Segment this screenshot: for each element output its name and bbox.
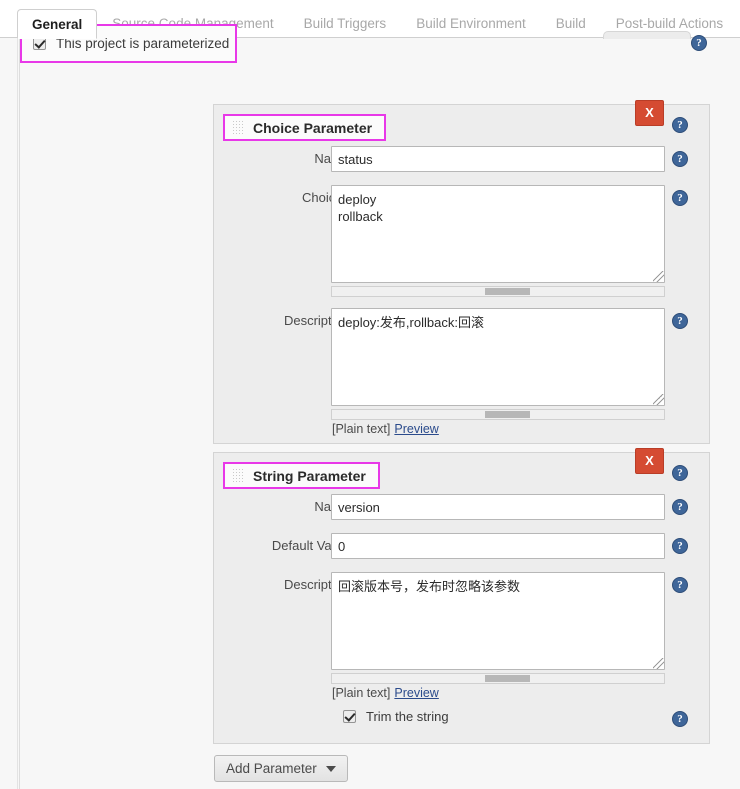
help-icon-string-parameter[interactable]: ? xyxy=(672,465,688,481)
help-icon-trim-the-string[interactable]: ? xyxy=(672,711,688,727)
choice-parameter-title: Choice Parameter xyxy=(253,119,373,136)
delete-string-parameter-button[interactable]: X xyxy=(635,448,664,474)
parameter-panel-string: String Parameter X ? Name ? Default Valu… xyxy=(213,448,711,744)
chevron-down-icon xyxy=(325,765,336,772)
string-parameter-header: String Parameter xyxy=(223,462,380,489)
choices-resize-grip[interactable] xyxy=(653,271,664,282)
tab-general[interactable]: General xyxy=(17,9,98,39)
help-icon-choice-name[interactable]: ? xyxy=(672,151,688,167)
left-divider xyxy=(19,38,20,789)
drag-handle-icon[interactable] xyxy=(232,468,244,483)
parameter-panel-choice: Choice Parameter X ? Name ? Choices depl… xyxy=(213,100,711,444)
choice-description-scrollbar[interactable] xyxy=(331,409,665,420)
string-plain-text-note: [Plain text] xyxy=(332,686,391,700)
help-icon-choice-choices[interactable]: ? xyxy=(672,190,688,206)
help-icon-choice-description[interactable]: ? xyxy=(672,313,688,329)
drag-handle-icon[interactable] xyxy=(232,120,244,135)
string-name-input[interactable] xyxy=(331,494,665,520)
left-margin-rail xyxy=(0,38,18,789)
string-description-resize-grip[interactable] xyxy=(653,658,664,669)
choice-preview-link[interactable]: Preview xyxy=(394,422,438,436)
string-markup-row: [Plain text] Preview xyxy=(332,686,439,700)
trim-the-string-row: Trim the string xyxy=(343,709,449,724)
string-name-row: Name ? xyxy=(214,494,711,520)
string-preview-link[interactable]: Preview xyxy=(394,686,438,700)
choice-markup-row: [Plain text] Preview xyxy=(332,422,439,436)
choices-horizontal-scrollbar[interactable] xyxy=(331,286,665,297)
help-icon-string-default-value[interactable]: ? xyxy=(672,538,688,554)
help-icon-string-description[interactable]: ? xyxy=(672,577,688,593)
choice-description-row: Description deploy:发布,rollback:回滚 [Plain… xyxy=(214,308,711,438)
trim-the-string-checkbox[interactable] xyxy=(343,710,356,723)
add-parameter-label: Add Parameter xyxy=(226,761,317,776)
add-parameter-button[interactable]: Add Parameter xyxy=(214,755,348,782)
choice-description-resize-grip[interactable] xyxy=(653,394,664,405)
choice-name-input[interactable] xyxy=(331,146,665,172)
choice-name-row: Name ? xyxy=(214,146,711,172)
help-icon-choice-parameter[interactable]: ? xyxy=(672,117,688,133)
help-icon-parameterized[interactable]: ? xyxy=(691,35,707,51)
choices-scrollbar-thumb[interactable] xyxy=(485,288,530,295)
trim-the-string-label: Trim the string xyxy=(366,709,449,724)
choice-plain-text-note: [Plain text] xyxy=(332,422,391,436)
string-description-scrollbar[interactable] xyxy=(331,673,665,684)
string-default-value-row: Default Value ? xyxy=(214,533,711,559)
jenkins-job-config-screen: General Source Code Management Build Tri… xyxy=(0,0,740,789)
string-description-scrollbar-thumb[interactable] xyxy=(485,675,530,682)
string-description-textarea[interactable]: 回滚版本号，发布时忽略该参数 xyxy=(331,572,665,670)
string-default-value-input[interactable] xyxy=(331,533,665,559)
string-description-row: Description 回滚版本号，发布时忽略该参数 [Plain text] P… xyxy=(214,572,711,702)
choice-description-textarea[interactable]: deploy:发布,rollback:回滚 xyxy=(331,308,665,406)
delete-choice-parameter-button[interactable]: X xyxy=(635,100,664,126)
choice-description-scrollbar-thumb[interactable] xyxy=(485,411,530,418)
string-parameter-title: String Parameter xyxy=(253,467,366,484)
choice-choices-row: Choices deploy rollback ? xyxy=(214,185,711,297)
clipped-panel-top-edge xyxy=(603,31,691,39)
help-icon-string-name[interactable]: ? xyxy=(672,499,688,515)
choice-choices-textarea[interactable]: deploy rollback xyxy=(331,185,665,283)
choice-parameter-header: Choice Parameter xyxy=(223,114,387,141)
